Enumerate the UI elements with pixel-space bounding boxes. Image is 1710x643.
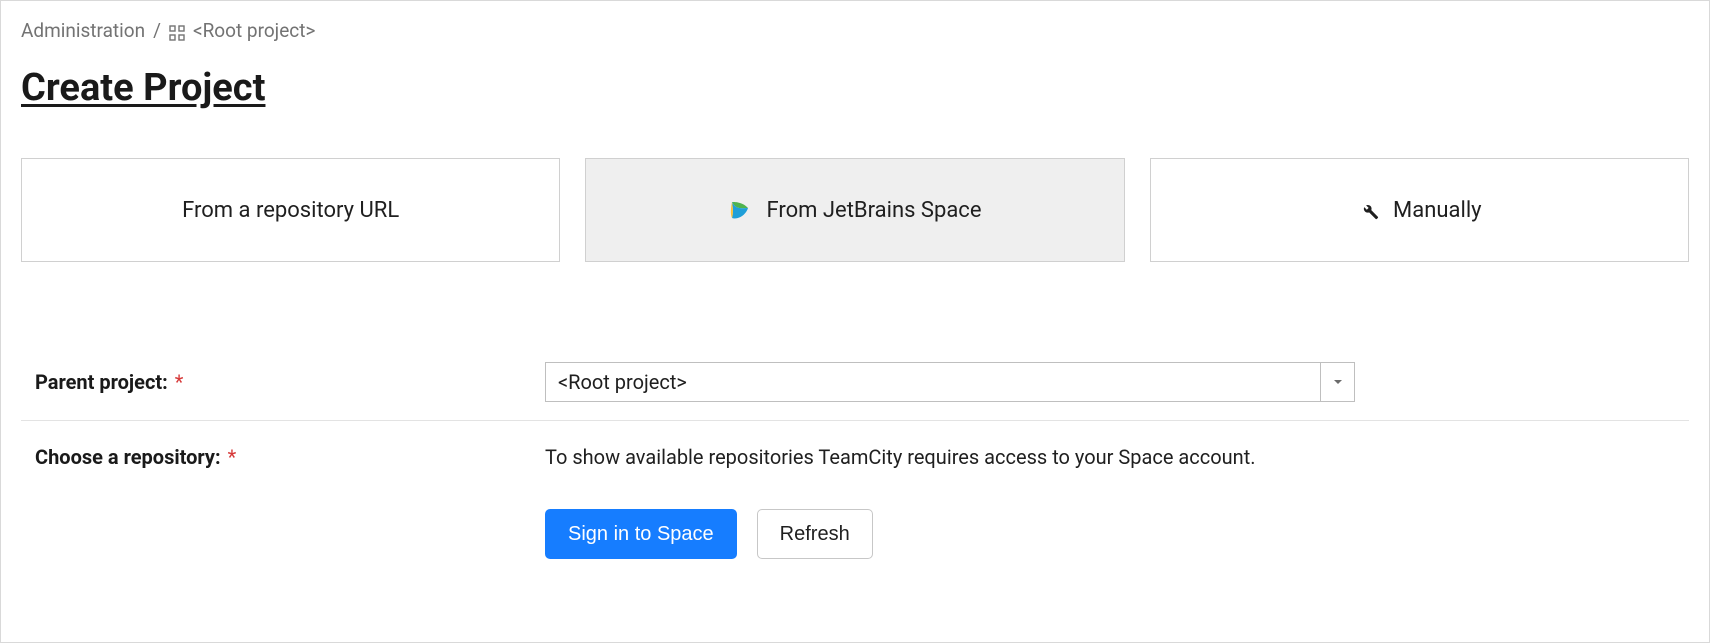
repository-buttons: Sign in to Space Refresh xyxy=(545,509,1689,559)
parent-project-select[interactable]: <Root project> xyxy=(545,362,1355,402)
tab-from-repository-url[interactable]: From a repository URL xyxy=(21,158,560,262)
parent-project-label: Parent project: * xyxy=(35,370,545,394)
breadcrumb-root-project[interactable]: <Root project> xyxy=(169,19,315,42)
parent-project-row: Parent project: * <Root project> xyxy=(21,350,1689,414)
choose-repository-label: Choose a repository: * xyxy=(35,445,545,469)
wrench-icon xyxy=(1357,199,1379,221)
tab-manually-label: Manually xyxy=(1393,198,1482,223)
breadcrumb-administration-link[interactable]: Administration xyxy=(21,19,145,42)
breadcrumb-root-label: <Root project> xyxy=(193,19,315,42)
required-asterisk: * xyxy=(175,370,184,394)
choose-repository-row: Choose a repository: * To show available… xyxy=(21,433,1689,481)
required-asterisk: * xyxy=(228,445,237,469)
repository-helper-text: To show available repositories TeamCity … xyxy=(545,445,1689,469)
parent-project-caret[interactable] xyxy=(1320,363,1354,401)
sign-in-to-space-button[interactable]: Sign in to Space xyxy=(545,509,737,559)
page-title: Create Project xyxy=(21,66,265,110)
choose-repository-label-text: Choose a repository: xyxy=(35,445,221,469)
refresh-button[interactable]: Refresh xyxy=(757,509,873,559)
create-method-tabs: From a repository URL From JetBrains Spa… xyxy=(21,158,1689,262)
breadcrumb-separator: / xyxy=(153,19,161,42)
tab-manually[interactable]: Manually xyxy=(1150,158,1689,262)
breadcrumb: Administration / <Root project> xyxy=(21,19,1689,42)
parent-project-label-text: Parent project: xyxy=(35,370,168,394)
jetbrains-space-icon xyxy=(728,198,752,222)
parent-project-value: <Root project> xyxy=(546,363,1320,401)
chevron-down-icon xyxy=(1332,376,1344,388)
create-project-panel: Administration / <Root project> Create P… xyxy=(0,0,1710,643)
tab-from-jetbrains-space[interactable]: From JetBrains Space xyxy=(585,158,1124,262)
form-divider xyxy=(21,420,1689,421)
tab-from-jetbrains-space-label: From JetBrains Space xyxy=(766,198,981,223)
tab-from-repository-url-label: From a repository URL xyxy=(182,198,399,223)
project-grid-icon xyxy=(169,23,185,39)
